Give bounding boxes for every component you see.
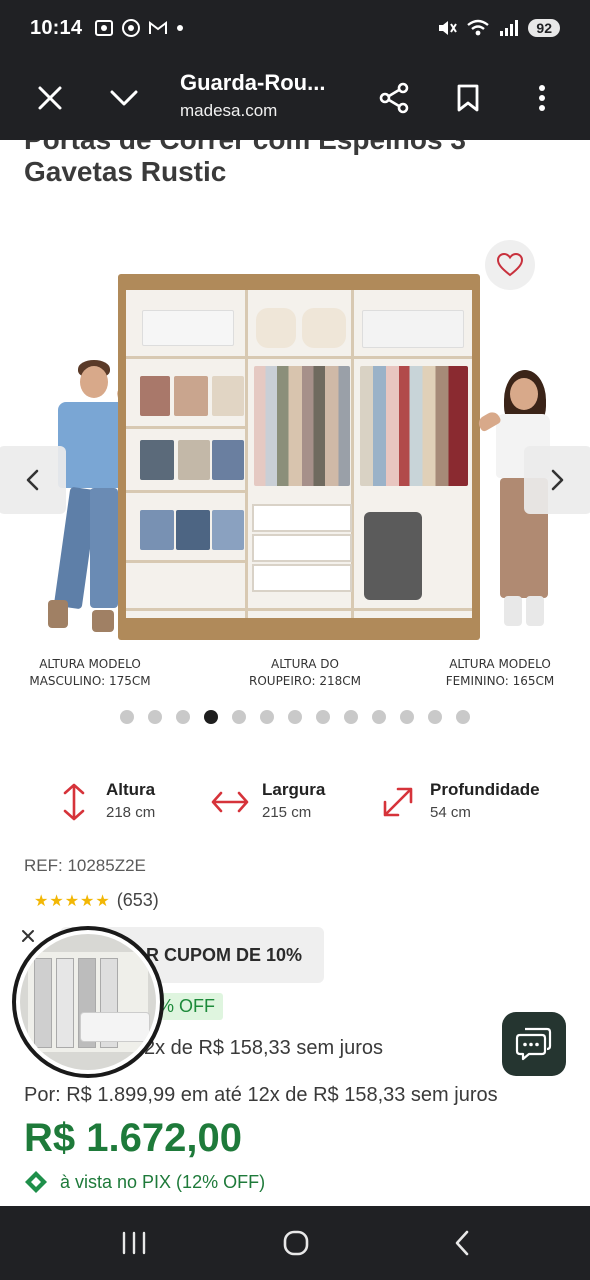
- installment-line-2: Por: R$ 1.899,99 em até 12x de R$ 158,33…: [24, 1084, 498, 1106]
- dimension-depth: Profundidade 54 cm: [376, 780, 540, 824]
- recents-button[interactable]: [104, 1218, 164, 1268]
- dimensions-row: Altura 218 cm Largura 215 cm Profundidad…: [0, 780, 590, 840]
- dimension-width-value: 215 cm: [262, 804, 312, 821]
- more-vert-icon: [539, 85, 545, 111]
- dimension-height-value: 218 cm: [106, 804, 156, 821]
- status-system-icons: 92: [437, 19, 560, 37]
- system-navigation-bar: [0, 1206, 590, 1280]
- dimension-width: Largura 215 cm: [208, 780, 325, 824]
- gallery-dot[interactable]: [344, 710, 358, 724]
- chevron-left-icon: [26, 469, 39, 491]
- chevron-down-icon: [110, 90, 138, 106]
- gallery-dot[interactable]: [316, 710, 330, 724]
- close-icon: [38, 86, 62, 110]
- caption-female-height: ALTURA MODELO FEMININO: 165cm: [430, 656, 570, 690]
- back-icon: [455, 1230, 469, 1256]
- chrome-icon: [122, 19, 141, 37]
- page-title: Guarda-Rou...: [180, 70, 326, 95]
- product-ref: REF: 10285Z2E: [24, 856, 146, 875]
- dimension-depth-label: Profundidade: [430, 780, 540, 799]
- chat-button[interactable]: [502, 1012, 566, 1076]
- horizontal-arrows-icon: [208, 780, 252, 824]
- battery-icon: 92: [528, 19, 560, 37]
- page-url: madesa.com: [180, 101, 278, 120]
- status-time: 10:14: [30, 16, 83, 39]
- wifi-icon: [467, 19, 490, 36]
- caption-male-height: ALTURA MODELO MASCULINO: 175cm: [20, 656, 160, 690]
- dot-icon: [177, 25, 184, 31]
- product-title: Portas de Correr com Espelhos 3 Gavetas …: [24, 140, 466, 187]
- chevron-right-icon: [551, 469, 564, 491]
- gallery-dot[interactable]: [120, 710, 134, 724]
- price: R$ 1.672,00: [24, 1116, 242, 1160]
- caption-wardrobe-height: ALTURA DO ROUPEIRO: 218cm: [230, 656, 380, 690]
- dimension-width-label: Largura: [262, 780, 326, 799]
- close-icon: [22, 930, 34, 942]
- gallery-dot[interactable]: [428, 710, 442, 724]
- caption-male-line-2: MASCULINO: 175cm: [29, 674, 151, 688]
- diagonal-arrows-icon: [376, 780, 420, 824]
- pix-info: à vista no PIX (12% OFF): [24, 1170, 265, 1194]
- screenshot-icon: [95, 20, 114, 36]
- gmail-icon: [149, 21, 168, 34]
- close-tab-button[interactable]: [20, 68, 80, 128]
- home-button[interactable]: [266, 1218, 326, 1268]
- gallery-dot[interactable]: [288, 710, 302, 724]
- rating[interactable]: ★★★★★ (653): [34, 890, 159, 911]
- product-gallery[interactable]: ALTURA MODELO MASCULINO: 175cm ALTURA DO…: [0, 270, 590, 710]
- caption-male-line-1: ALTURA MODELO: [39, 657, 141, 671]
- share-icon: [379, 82, 409, 114]
- gallery-prev-button[interactable]: [0, 446, 66, 514]
- heart-icon: [497, 253, 523, 277]
- favorite-button[interactable]: [485, 240, 535, 290]
- gallery-pagination: [0, 710, 590, 724]
- chat-icon: [515, 1027, 552, 1061]
- gallery-dot[interactable]: [176, 710, 190, 724]
- caption-female-line-1: ALTURA MODELO: [449, 657, 551, 671]
- gallery-dot[interactable]: [260, 710, 274, 724]
- bookmark-button[interactable]: [438, 68, 498, 128]
- page-info[interactable]: Guarda-Rou... madesa.com: [180, 70, 360, 121]
- more-options-button[interactable]: [512, 68, 572, 128]
- pix-icon: [25, 1171, 47, 1193]
- share-button[interactable]: [364, 68, 424, 128]
- signal-icon: [500, 20, 519, 36]
- caption-wardrobe-line-1: ALTURA DO: [271, 657, 339, 671]
- vertical-arrows-icon: [52, 780, 96, 824]
- gallery-dot[interactable]: [148, 710, 162, 724]
- gallery-dot[interactable]: [204, 710, 218, 724]
- gallery-dot[interactable]: [456, 710, 470, 724]
- rating-count: (653): [116, 890, 159, 910]
- recents-icon: [122, 1231, 146, 1255]
- back-button[interactable]: [432, 1218, 492, 1268]
- pix-text: à vista no PIX (12% OFF): [60, 1171, 266, 1192]
- floating-video-close-button[interactable]: [14, 922, 42, 950]
- home-icon: [283, 1230, 309, 1256]
- gallery-dot[interactable]: [372, 710, 386, 724]
- installment-line-1-text: 2x de R$ 158,33 sem juros: [144, 1037, 384, 1059]
- dimension-depth-value: 54 cm: [430, 804, 471, 821]
- bookmark-icon: [457, 84, 479, 112]
- dimension-height-label: Altura: [106, 780, 156, 799]
- caption-female-line-2: FEMININO: 165cm: [445, 674, 555, 688]
- mute-icon: [439, 21, 458, 35]
- caption-wardrobe-line-2: ROUPEIRO: 218cm: [249, 674, 361, 688]
- rating-stars: ★★★★★: [34, 892, 111, 910]
- wardrobe-image: [118, 274, 480, 640]
- custom-tab-toolbar: Guarda-Rou... madesa.com: [0, 56, 590, 140]
- status-notification-icons: [94, 19, 184, 37]
- gallery-dot[interactable]: [232, 710, 246, 724]
- dimension-height: Altura 218 cm: [52, 780, 155, 824]
- gallery-next-button[interactable]: [524, 446, 590, 514]
- status-bar: 10:14 92: [0, 0, 590, 56]
- product-page: Portas de Correr com Espelhos 3 Gavetas …: [0, 140, 590, 1206]
- minimize-tab-button[interactable]: [94, 68, 154, 128]
- gallery-dot[interactable]: [400, 710, 414, 724]
